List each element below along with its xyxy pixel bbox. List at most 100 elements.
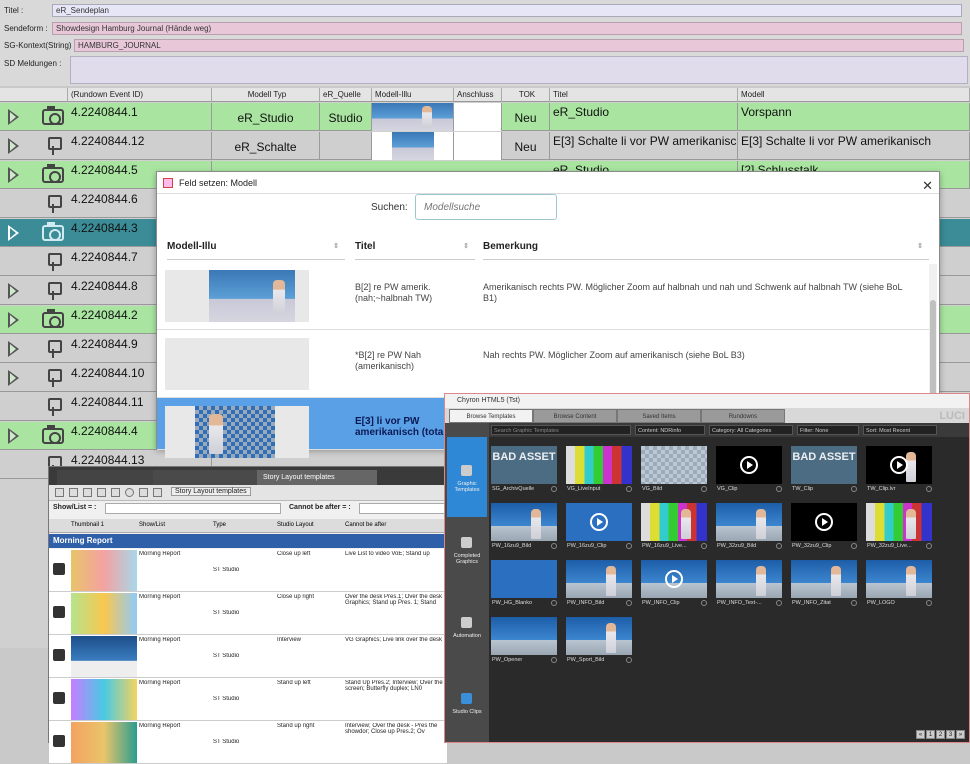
select-circle-icon[interactable] <box>551 486 557 492</box>
col-studio-layout[interactable]: Studio Layout <box>277 522 314 528</box>
tab-browse-templates[interactable]: Browse Templates <box>449 409 533 423</box>
grid-header-id[interactable]: (Rundown Event ID) <box>68 88 212 102</box>
scrollbar-thumb[interactable] <box>930 300 936 400</box>
col-thumbnail[interactable]: Thumbnail 1 <box>71 522 104 528</box>
select-circle-icon[interactable] <box>851 600 857 606</box>
sidebar-graphic-templates[interactable]: Graphic Templates <box>447 437 487 517</box>
select-circle-icon[interactable] <box>551 657 557 663</box>
template-tile[interactable]: PW_16zu9_Live... <box>641 503 707 551</box>
toolbar-btn-icon[interactable] <box>83 488 92 497</box>
meldungen-field[interactable] <box>70 56 968 84</box>
model-row[interactable]: *B[2] re PW Nah (amerikanisch) Nah recht… <box>157 330 933 398</box>
model-row[interactable]: B[2] re PW amerik. (nah;~halbnah TW) Ame… <box>157 262 933 330</box>
template-tile[interactable]: PW_LOGO <box>866 560 932 608</box>
select-circle-icon[interactable] <box>626 543 632 549</box>
story-layout-dropdown[interactable]: Story Layout templates <box>171 487 251 496</box>
select-circle-icon[interactable] <box>851 486 857 492</box>
grid-header-tok[interactable]: TOK <box>502 88 550 102</box>
story-row[interactable]: Morning Report ST Studio Stand up left S… <box>49 678 447 721</box>
template-search-input[interactable]: Search Graphic Templates <box>491 425 631 435</box>
content-select[interactable]: Content: NDRinfo <box>635 425 705 435</box>
pager-prev[interactable]: « <box>916 730 925 739</box>
col-show-list[interactable]: Show/List <box>139 522 165 528</box>
template-tile[interactable]: PW_Opener <box>491 617 557 665</box>
select-circle-icon[interactable] <box>776 543 782 549</box>
sidebar-automation[interactable]: Automation <box>447 613 487 645</box>
select-circle-icon[interactable] <box>551 600 557 606</box>
select-circle-icon[interactable] <box>626 486 632 492</box>
select-circle-icon[interactable] <box>626 657 632 663</box>
play-icon[interactable] <box>8 312 19 328</box>
filter-select[interactable]: Filter: None <box>797 425 859 435</box>
template-tile[interactable]: BAD ASSET TW_Clip <box>791 446 857 494</box>
play-icon[interactable] <box>890 456 908 474</box>
select-circle-icon[interactable] <box>701 543 707 549</box>
pager-page[interactable]: 3 <box>946 730 955 739</box>
grid-header-illu[interactable]: Modell-Illu <box>372 88 454 102</box>
toolbar-btn-icon[interactable] <box>139 488 148 497</box>
play-icon[interactable] <box>8 167 19 183</box>
template-tile[interactable]: VG_Clip <box>716 446 782 494</box>
pager-page[interactable]: 1 <box>926 730 935 739</box>
toolbar-btn-icon[interactable] <box>55 488 64 497</box>
template-tile[interactable]: PW_16zu9_Clip <box>566 503 632 551</box>
title-field[interactable]: eR_Sendeplan <box>52 3 962 17</box>
select-circle-icon[interactable] <box>926 600 932 606</box>
template-tile[interactable]: VG_LiveInput <box>566 446 632 494</box>
pager-page[interactable]: 2 <box>936 730 945 739</box>
template-tile[interactable]: PW_INFO_Clip <box>641 560 707 608</box>
select-circle-icon[interactable] <box>851 543 857 549</box>
select-circle-icon[interactable] <box>926 486 932 492</box>
grid-row[interactable]: 4.2240844.1 eR_Studio Studio Neu eR_Stud… <box>0 103 970 131</box>
select-circle-icon[interactable] <box>701 600 707 606</box>
play-icon[interactable] <box>8 109 19 125</box>
play-icon[interactable] <box>740 456 758 474</box>
template-tile[interactable]: PW_32zu9_Bild <box>716 503 782 551</box>
col-header-bemerkung[interactable]: Bemerkung ⇕ <box>483 234 929 260</box>
select-circle-icon[interactable] <box>776 486 782 492</box>
play-icon[interactable] <box>8 370 19 386</box>
select-circle-icon[interactable] <box>701 486 707 492</box>
story-row[interactable]: Morning Report ST Studio Close up right … <box>49 592 447 635</box>
play-icon[interactable] <box>8 225 19 241</box>
category-select[interactable]: Category: All Categories <box>709 425 793 435</box>
template-tile[interactable]: PW_HG_Blanko <box>491 560 557 608</box>
pager-next[interactable]: » <box>956 730 965 739</box>
select-circle-icon[interactable] <box>551 543 557 549</box>
grid-header-modell[interactable]: Modell <box>738 88 970 102</box>
template-tile[interactable]: PW_INFO_Zitat <box>791 560 857 608</box>
template-tile[interactable]: PW_16zu9_Bild <box>491 503 557 551</box>
play-icon[interactable] <box>665 570 683 588</box>
col-header-titel[interactable]: Titel ⇕ <box>355 234 475 260</box>
grid-row[interactable]: 4.2240844.12 eR_Schalte Neu E[3] Schalte… <box>0 132 970 160</box>
select-circle-icon[interactable] <box>626 600 632 606</box>
show-list-input[interactable] <box>105 503 281 514</box>
col-type[interactable]: Type <box>213 522 226 528</box>
sgkontext-field[interactable]: HAMBURG_JOURNAL <box>74 38 964 52</box>
play-icon[interactable] <box>590 513 608 531</box>
star-icon[interactable] <box>125 488 134 497</box>
play-icon[interactable] <box>8 283 19 299</box>
sendeform-field[interactable]: Showdesign Hamburg Journal (Hände weg) <box>52 21 962 35</box>
template-tile[interactable]: PW_Sport_Bild <box>566 617 632 665</box>
template-tile[interactable]: TW_Clip.lvr <box>866 446 932 494</box>
play-icon[interactable] <box>8 341 19 357</box>
select-circle-icon[interactable] <box>776 600 782 606</box>
col-cannot-after[interactable]: Cannot be after <box>345 522 386 528</box>
template-tile[interactable]: PW_INFO_Bild <box>566 560 632 608</box>
template-tile[interactable]: BAD ASSET SG_ArchivQuelle <box>491 446 557 494</box>
template-tile[interactable]: PW_INFO_Text-... <box>716 560 782 608</box>
play-icon[interactable] <box>8 138 19 154</box>
tab-1[interactable] <box>57 470 153 485</box>
tab-story-layout[interactable]: Story Layout templates <box>257 470 377 485</box>
select-circle-icon[interactable] <box>926 543 932 549</box>
sort-select[interactable]: Sort: Most Recent <box>863 425 937 435</box>
tab-saved-items[interactable]: Saved Items <box>617 409 701 423</box>
story-row[interactable]: Morning Report ST Studio Interview VG Gr… <box>49 635 447 678</box>
template-tile[interactable]: VG_Bild <box>641 446 707 494</box>
cannot-after-input[interactable] <box>359 503 445 514</box>
template-tile[interactable]: PW_32zu9_Live... <box>866 503 932 551</box>
play-icon[interactable] <box>815 513 833 531</box>
sidebar-studio-clips[interactable]: Studio Clips <box>447 689 487 721</box>
toolbar-btn-icon[interactable] <box>97 488 106 497</box>
